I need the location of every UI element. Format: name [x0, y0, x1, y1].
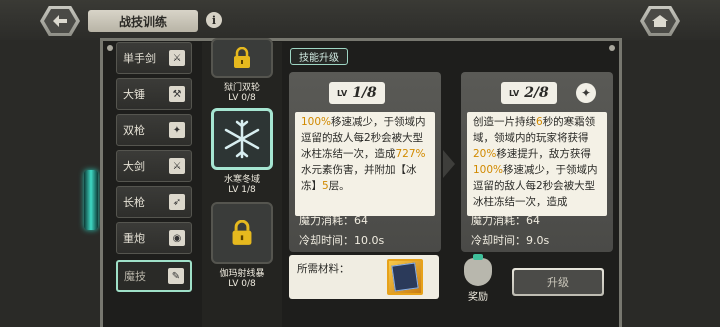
highlight-value: 100%: [473, 164, 504, 176]
description-text: 移速提升，敌方获得: [496, 148, 591, 160]
page-title: 战技训练: [88, 10, 198, 32]
cooldown: 冷却时间：10.0s: [299, 234, 385, 247]
skill-card[interactable]: 伽玛射线暴 LV 0/8: [210, 202, 274, 289]
upgrade-button-label: 升级: [514, 270, 602, 294]
side-energy-tube: [84, 170, 98, 230]
materials-label: 所需材料：: [297, 263, 350, 275]
skill-list: 狱门双轮 LV 0/8 水寒冬域 LV 1/8 伽玛射线暴 LV 0/8: [202, 38, 282, 327]
category-label: 长枪: [123, 196, 145, 209]
level-prefix: LV: [509, 88, 520, 98]
category-item-active[interactable]: 魔技 ✎: [116, 260, 192, 292]
hammer-icon: ⚒: [169, 86, 185, 102]
category-label: 双枪: [123, 124, 145, 137]
highlight-value: 100%: [301, 116, 332, 128]
level-value: 1/8: [352, 85, 377, 101]
skill-level: LV 0/8: [228, 93, 256, 103]
cooldown: 冷却时间：9.0s: [471, 234, 550, 247]
lock-icon: [234, 47, 250, 68]
highlight-value: 20%: [473, 148, 497, 160]
category-item[interactable]: 双枪 ✦: [116, 114, 192, 146]
highlight-value: 727%: [395, 148, 426, 160]
tab-skill-upgrade[interactable]: 技能升级: [290, 48, 348, 65]
skill-description: 100%移速减少，于领域内逗留的敌人每2秒会被大型冰柱冻结一次，造成727%水元…: [295, 112, 435, 216]
dual-guns-icon: ✦: [169, 122, 185, 138]
sword-icon: ⚔: [169, 50, 185, 66]
description-text: 层。: [328, 180, 350, 192]
category-item[interactable]: 大剑 ⚔: [116, 150, 192, 182]
greatsword-icon: ⚔: [169, 158, 185, 174]
upgrade-button[interactable]: 升级: [512, 268, 604, 296]
magic-scroll-icon: ✎: [168, 268, 184, 284]
reward-label: 奖励: [468, 292, 488, 303]
category-item[interactable]: 长枪 ➶: [116, 186, 192, 218]
skill-card[interactable]: 狱门双轮 LV 0/8: [210, 38, 274, 103]
category-item[interactable]: 単手剑 ⚔: [116, 42, 192, 74]
skill-name: 水寒冬域: [223, 175, 260, 185]
lock-icon: [232, 220, 252, 245]
current-level-panel: LV 1/8 100%移速减少，于领域内逗留的敌人每2秒会被大型冰柱冻结一次，造…: [289, 72, 441, 252]
current-level-badge: LV 1/8: [329, 82, 385, 104]
skill-description: 创造一片持续6秒的寒霜领域，领域内的玩家将获得20%移速提升，敌方获得100%移…: [467, 112, 607, 216]
material-book-icon[interactable]: [387, 259, 423, 295]
highlight-value: 5: [322, 180, 329, 192]
info-icon[interactable]: i: [206, 12, 222, 28]
reward-bag-icon: [464, 254, 492, 286]
category-label: 大锤: [123, 88, 145, 101]
reward-button[interactable]: 奖励: [458, 254, 498, 304]
skill-name: 伽玛射线暴: [219, 269, 265, 279]
category-label: 大剑: [123, 160, 145, 173]
category-label: 魔技: [124, 270, 146, 283]
level-prefix: LV: [337, 88, 348, 98]
category-item[interactable]: 大锤 ⚒: [116, 78, 192, 110]
spear-icon: ➶: [169, 194, 185, 210]
materials-box: 所需材料：: [289, 255, 439, 299]
next-arrow-icon: [443, 150, 455, 178]
skill-icon-locked: [211, 38, 273, 78]
skill-name: 狱门双轮: [223, 83, 260, 93]
skill-card-selected[interactable]: 水寒冬域 LV 1/8: [210, 108, 274, 195]
category-label: 重炮: [123, 232, 145, 245]
skill-level: LV 0/8: [228, 279, 256, 289]
compass-star-icon[interactable]: ✦: [576, 83, 596, 103]
level-value: 2/8: [524, 85, 549, 101]
home-icon: [652, 15, 668, 27]
mana-cost: 魔力消耗：64: [299, 214, 368, 227]
description-text: 水元素伤害，并附加【冰冻】: [301, 164, 417, 192]
skill-level: LV 1/8: [228, 185, 256, 195]
category-item[interactable]: 重炮 ◉: [116, 222, 192, 254]
snowflake-icon: [211, 108, 273, 170]
skill-icon-locked: [211, 202, 273, 264]
mana-cost: 魔力消耗：64: [471, 214, 540, 227]
cannon-icon: ◉: [169, 230, 185, 246]
back-arrow-icon: [53, 15, 67, 27]
category-label: 単手剑: [123, 52, 156, 65]
highlight-value: 6: [536, 116, 543, 128]
next-level-badge: LV 2/8: [501, 82, 557, 104]
description-text: 创造一片持续: [473, 116, 536, 128]
